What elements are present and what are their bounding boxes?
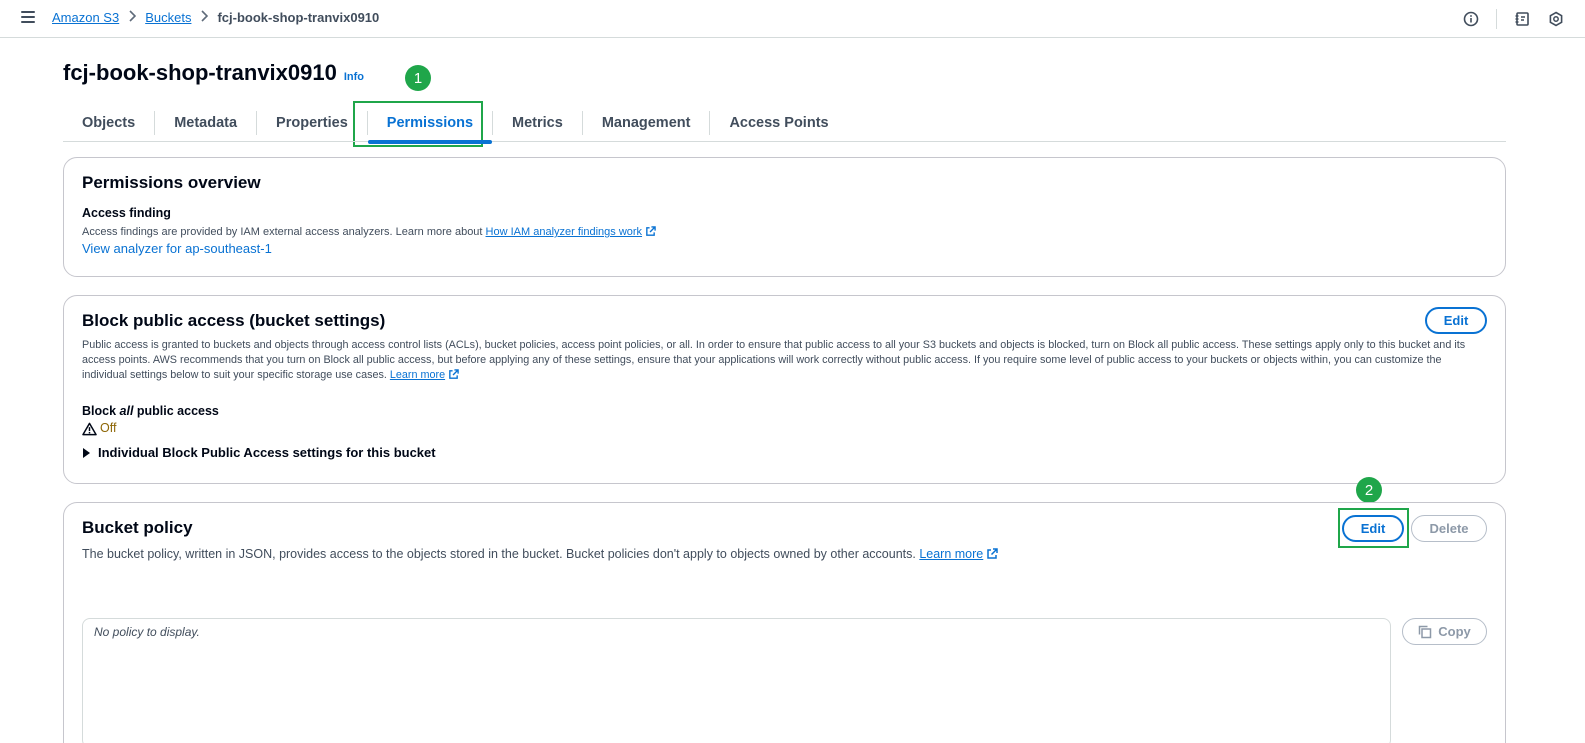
external-link-icon xyxy=(448,369,459,385)
breadcrumb-current: fcj-book-shop-tranvix0910 xyxy=(217,10,380,25)
external-link-icon xyxy=(986,548,999,564)
permissions-overview-title: Permissions overview xyxy=(82,173,261,192)
step-badge-2: 2 xyxy=(1356,477,1382,503)
external-link-icon xyxy=(645,226,656,242)
block-public-access-edit-button[interactable]: Edit xyxy=(1425,307,1487,334)
copy-policy-button[interactable]: Copy xyxy=(1402,618,1487,645)
settings-hexagon-icon[interactable] xyxy=(1547,10,1565,28)
tab-permissions[interactable]: Permissions xyxy=(367,111,493,144)
tab-metrics[interactable]: Metrics xyxy=(493,111,582,135)
top-navigation-bar: Amazon S3 Buckets fcj-book-shop-tranvix0… xyxy=(0,0,1585,38)
bucket-name: fcj-book-shop-tranvix0910 xyxy=(63,60,337,85)
block-public-access-description: Public access is granted to buckets and … xyxy=(82,338,1482,385)
highlight-edit-button xyxy=(1338,508,1409,548)
bucket-policy-delete-button[interactable]: Delete xyxy=(1411,515,1487,542)
caret-right-icon xyxy=(82,447,90,458)
bucket-policy-learn-more-link[interactable]: Learn more xyxy=(919,547,983,561)
policy-viewer: No policy to display. xyxy=(82,618,1391,743)
block-public-access-title: Block public access (bucket settings) xyxy=(82,311,386,330)
info-circle-icon[interactable] xyxy=(1462,10,1480,28)
copy-icon xyxy=(1418,625,1432,639)
bucket-policy-panel: Bucket policy The bucket policy, written… xyxy=(63,502,1506,743)
access-finding-description: Access findings are provided by IAM exte… xyxy=(82,225,656,242)
info-link[interactable]: Info xyxy=(344,71,364,83)
top-utilities xyxy=(1446,9,1565,29)
block-all-public-access-label: Block all public access xyxy=(82,404,219,418)
tab-metadata[interactable]: Metadata xyxy=(155,111,256,135)
bucket-policy-title: Bucket policy xyxy=(82,518,193,537)
menu-icon[interactable] xyxy=(21,11,35,23)
notes-panel-icon[interactable] xyxy=(1513,10,1531,28)
divider xyxy=(1496,9,1497,29)
individual-settings-expander[interactable]: Individual Block Public Access settings … xyxy=(82,445,436,460)
block-public-access-learn-more-link[interactable]: Learn more xyxy=(390,369,445,381)
breadcrumb-buckets[interactable]: Buckets xyxy=(145,10,191,25)
block-public-access-panel: Block public access (bucket settings) Ed… xyxy=(63,295,1506,484)
chevron-right-icon xyxy=(128,10,137,25)
bucket-tabs: Objects Metadata Properties Permissions … xyxy=(63,104,1506,144)
tab-access-points[interactable]: Access Points xyxy=(710,111,847,135)
step-badge-1: 1 xyxy=(405,65,431,91)
no-policy-message: No policy to display. xyxy=(94,625,200,639)
bucket-policy-description: The bucket policy, written in JSON, prov… xyxy=(82,547,999,564)
permissions-overview-panel: Permissions overview Access finding Acce… xyxy=(63,157,1506,277)
tab-management[interactable]: Management xyxy=(583,111,710,135)
access-finding-label: Access finding xyxy=(82,206,171,220)
tab-properties[interactable]: Properties xyxy=(257,111,367,135)
view-analyzer-link[interactable]: View analyzer for ap-southeast-1 xyxy=(82,241,272,256)
breadcrumb: Amazon S3 Buckets fcj-book-shop-tranvix0… xyxy=(52,10,379,25)
chevron-right-icon xyxy=(200,10,209,25)
iam-analyzer-link[interactable]: How IAM analyzer findings work xyxy=(486,226,643,238)
breadcrumb-amazon-s3[interactable]: Amazon S3 xyxy=(52,10,119,25)
warning-icon xyxy=(82,422,97,436)
tab-objects[interactable]: Objects xyxy=(63,111,154,135)
block-all-public-access-status: Off xyxy=(82,421,116,436)
page-title: fcj-book-shop-tranvix0910 Info xyxy=(63,60,364,86)
